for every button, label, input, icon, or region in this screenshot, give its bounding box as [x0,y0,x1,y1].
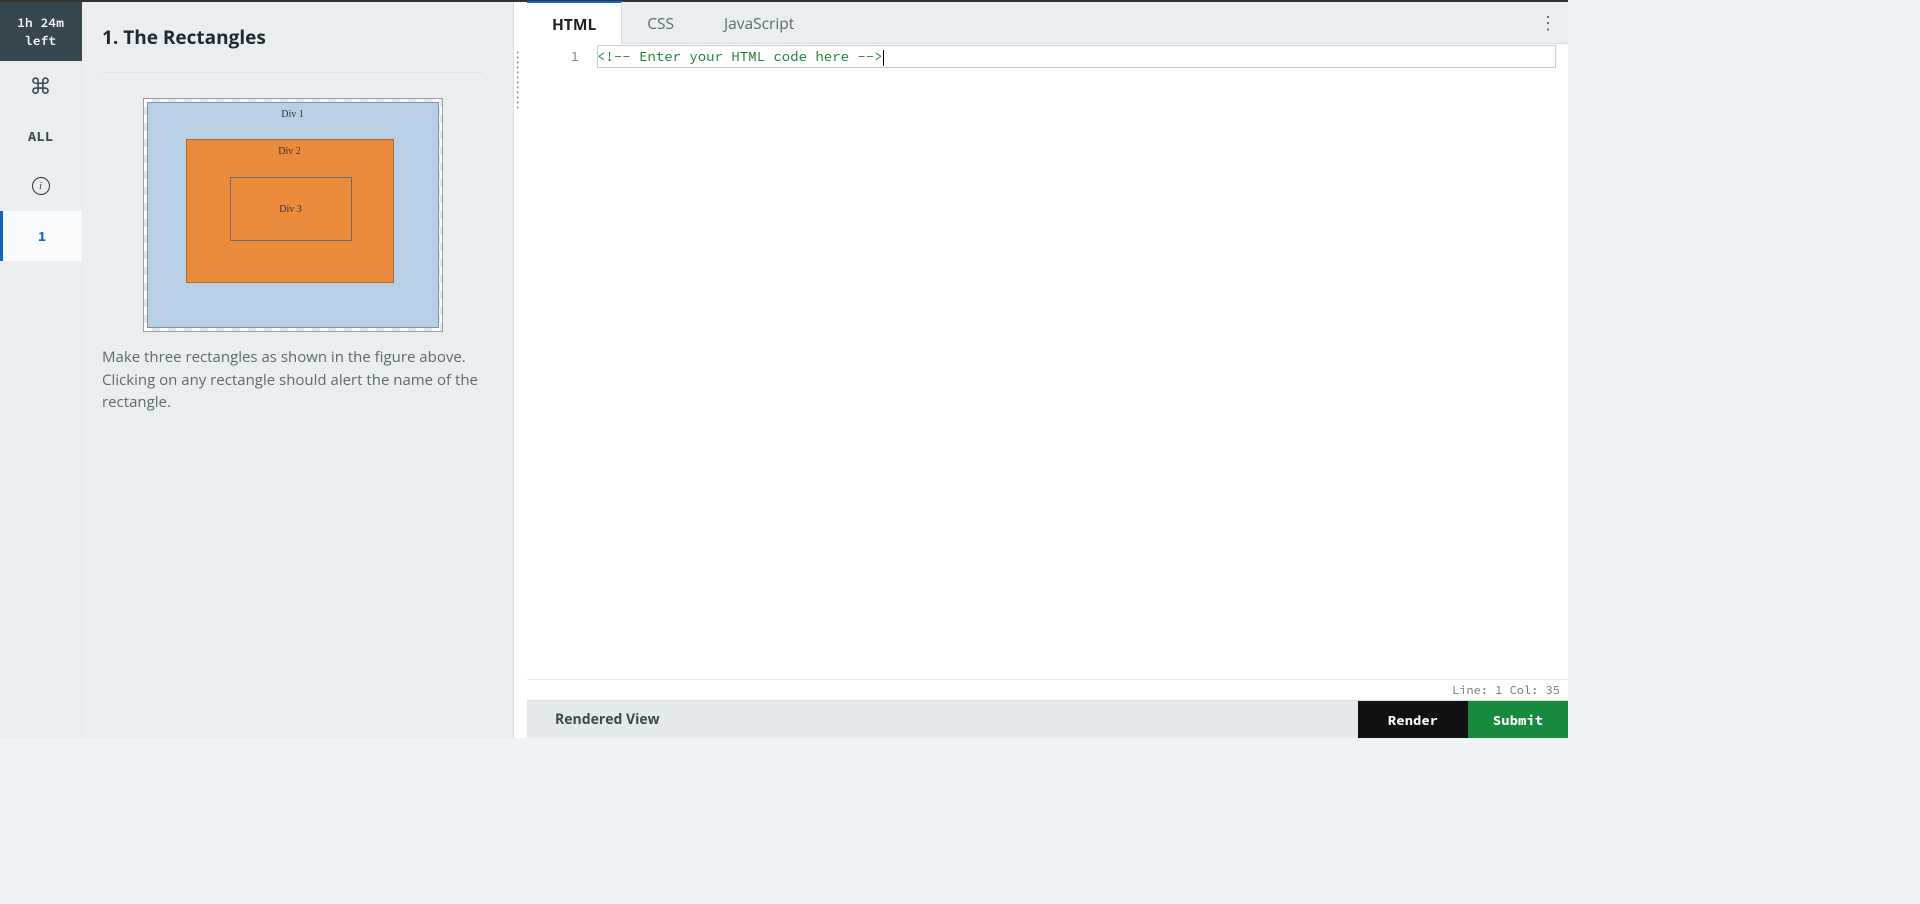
drag-handle-icon: • •• •• •• •• •• • [516,50,526,80]
rendered-view-label[interactable]: Rendered View [527,701,1358,738]
info-icon: i [32,177,50,195]
figure-div2-label: Div 2 [278,146,301,157]
main-layout: 1h 24m left ⌘ ALL i 1 1. The Rectangles … [0,2,1568,738]
editor-menu-button[interactable]: ⋮ [1528,2,1568,43]
keyboard-shortcuts-button[interactable]: ⌘ [0,61,82,111]
code-line-row: 1 <!-- Enter your HTML code here --> [527,44,1568,69]
editor-status-bar: Line: 1 Col: 35 [527,679,1568,700]
rendered-view-text: Rendered View [555,710,660,729]
tab-css-label: CSS [647,12,674,34]
code-text: <!-- Enter your HTML code here --> [597,47,883,65]
tabs-spacer [819,2,1528,43]
all-label: ALL [28,127,53,145]
problem-description: Make three rectangles as shown in the fi… [102,346,483,414]
tab-javascript[interactable]: JavaScript [699,2,819,43]
code-editor[interactable]: 1 <!-- Enter your HTML code here --> [527,44,1568,679]
sidebar-nav: 1h 24m left ⌘ ALL i 1 [0,2,82,738]
problem-panel: 1. The Rectangles Div 1 Div 2 Div 3 Make… [82,2,513,738]
editor-panel: HTML CSS JavaScript ⋮ 1 <!-- Enter your … [527,2,1568,738]
problem-figure: Div 1 Div 2 Div 3 [143,98,443,332]
figure-div3-label: Div 3 [279,204,302,215]
figure-div1-label: Div 1 [281,109,304,120]
code-line-content: <!-- Enter your HTML code here --> [597,44,1568,69]
question-number: 1 [38,227,46,245]
footer-bar: Rendered View Render Submit [527,700,1568,738]
question-tab-1[interactable]: 1 [0,211,82,261]
cursor-position: Line: 1 Col: 35 [1452,683,1560,698]
figure-div3: Div 3 [230,177,352,241]
command-icon: ⌘ [30,71,52,101]
submit-button[interactable]: Submit [1468,701,1568,738]
text-cursor [883,50,884,66]
info-button[interactable]: i [0,161,82,211]
tab-js-label: JavaScript [724,12,794,34]
line-number: 1 [527,44,597,68]
submit-button-label: Submit [1493,711,1543,729]
tab-html[interactable]: HTML [527,1,622,44]
timer-display: 1h 24m left [0,2,82,61]
render-button[interactable]: Render [1358,701,1468,738]
render-button-label: Render [1388,711,1438,729]
editor-tabs: HTML CSS JavaScript ⋮ [527,2,1568,44]
timer-line2: left [25,32,56,50]
kebab-icon: ⋮ [1539,11,1557,35]
all-questions-button[interactable]: ALL [0,111,82,161]
pane-splitter[interactable]: • •• •• •• •• •• • [513,2,527,738]
tab-html-label: HTML [552,13,596,35]
problem-title: 1. The Rectangles [102,24,483,73]
timer-line1: 1h 24m [17,14,64,32]
tab-css[interactable]: CSS [622,2,699,43]
